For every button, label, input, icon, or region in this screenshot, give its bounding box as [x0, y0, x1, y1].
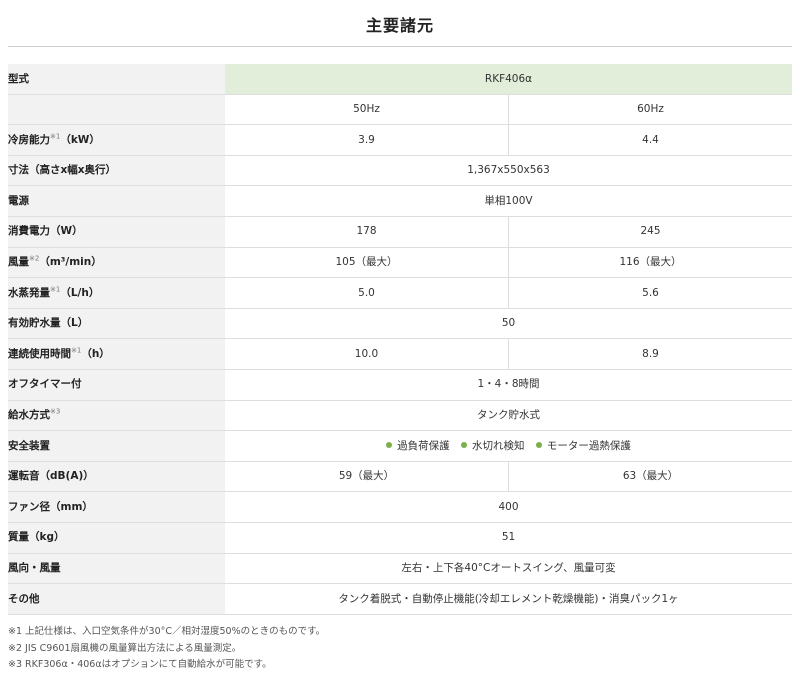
power-value: 単相100V — [225, 185, 792, 217]
footnote-3: ※3 RKF306α・406αはオプションにて自動給水が可能です。 — [8, 659, 272, 670]
label-unit: （kW） — [60, 133, 100, 146]
row-label-direction: 風向・風量 — [8, 553, 225, 585]
table-row: 寸法（高さx幅x奥行） 1,367x550x563 — [8, 155, 792, 187]
title-divider — [8, 46, 792, 47]
safety-item: モーター過熱保護 — [535, 439, 631, 453]
table-row: 水蒸発量※1（L/h） 5.0 5.6 — [8, 277, 792, 309]
row-label-blank — [8, 94, 225, 126]
bullet-dot-icon — [461, 441, 467, 448]
label-text: 水蒸発量 — [8, 286, 50, 299]
row-label-fan: ファン径（mm） — [8, 491, 225, 523]
airflow-60hz: 116（最大） — [508, 247, 792, 279]
label-text: 冷房能力 — [8, 133, 50, 146]
table-row: 消費電力（W） 178 245 — [8, 216, 792, 248]
safety-item-label: 過負荷保護 — [397, 439, 450, 452]
safety-item: 水切れ検知 — [461, 440, 525, 453]
row-label-timer: オフタイマー付 — [8, 369, 225, 401]
water-supply-value: タンク貯水式 — [225, 400, 792, 432]
cooling-60hz: 4.4 — [508, 124, 792, 156]
label-text: 給水方式 — [8, 409, 50, 422]
label-text: 風量 — [8, 256, 29, 269]
row-label-size: 寸法（高さx幅x奥行） — [8, 155, 225, 187]
table-row: 風量※2（m³/min） 105（最大） 116（最大） — [8, 247, 792, 279]
consumption-50hz: 178 — [225, 216, 509, 248]
model-value: RKF406α — [225, 64, 792, 95]
noise-50hz: 59（最大） — [225, 461, 509, 493]
footnotes: ※1 上記仕様は、入口空気条件が30°C／相対湿度50%のときのものです。 ※2… — [8, 624, 325, 674]
footnote-mark: ※1 — [71, 346, 82, 355]
footnote-mark: ※1 — [50, 132, 61, 141]
row-label-consumption: 消費電力（W） — [8, 216, 225, 248]
table-row: 50Hz 60Hz — [8, 94, 792, 126]
row-label-other: その他 — [8, 583, 225, 615]
row-label-model: 型式 — [8, 64, 225, 95]
evaporation-50hz: 5.0 — [225, 277, 509, 309]
table-row: その他 タンク着脱式・自動停止機能(冷却エレメント乾燥機能)・消臭パック1ヶ — [8, 583, 792, 615]
bullet-dot-icon — [386, 441, 393, 448]
page-title: 主要諸元 — [365, 16, 434, 35]
label-unit: （L/h） — [60, 286, 100, 299]
table-row: ファン径（mm） 400 — [8, 491, 792, 523]
row-label-noise: 運転音（dB(A)） — [8, 461, 225, 493]
table-row: オフタイマー付 1・4・8時間 — [8, 369, 792, 401]
row-label-evaporation: 水蒸発量※1（L/h） — [8, 277, 225, 309]
label-unit: （m³/min） — [39, 256, 102, 269]
other-value: タンク着脱式・自動停止機能(冷却エレメント乾燥機能)・消臭パック1ヶ — [225, 583, 792, 615]
size-value: 1,367x550x563 — [225, 155, 792, 187]
row-label-power: 電源 — [8, 185, 225, 217]
row-label-mass: 質量（kg） — [8, 522, 225, 554]
direction-value: 左右・上下各40°Cオートスイング、風量可変 — [225, 553, 792, 585]
spec-table: 型式 RKF406α 50Hz 60Hz 冷房能力※1（kW） 3.9 4.4 … — [8, 64, 792, 615]
table-row: 運転音（dB(A)） 59（最大） 63（最大） — [8, 461, 792, 493]
label-unit: （h） — [81, 347, 110, 360]
footnote-mark: ※3 — [50, 407, 61, 416]
footnote-2: ※2 JIS C9601扇風機の風量算出方法による風量測定。 — [8, 642, 242, 654]
bullet-dot-icon — [535, 441, 542, 448]
safety-values: 過負荷保護 水切れ検知 モーター過熱保護 — [225, 430, 792, 462]
freq-60hz: 60Hz — [508, 94, 792, 126]
table-row: 安全装置 過負荷保護 水切れ検知 モーター過熱保護 — [8, 430, 792, 462]
row-label-continuous: 連続使用時間※1（h） — [8, 338, 225, 370]
consumption-60hz: 245 — [508, 216, 792, 248]
table-row: 質量（kg） 51 — [8, 522, 792, 554]
continuous-50hz: 10.0 — [225, 338, 509, 370]
label-text: 連続使用時間 — [8, 347, 71, 360]
row-label-airflow: 風量※2（m³/min） — [8, 247, 225, 279]
noise-60hz: 63（最大） — [508, 461, 792, 493]
table-row: 有効貯水量（L） 50 — [8, 308, 792, 340]
fan-value: 400 — [225, 491, 792, 523]
footnote-1: ※1 上記仕様は、入口空気条件が30°C／相対湿度50%のときのものです。 — [8, 626, 326, 637]
footnote-mark: ※1 — [50, 285, 61, 294]
table-row: 型式 RKF406α — [8, 64, 792, 95]
row-label-water-supply: 給水方式※3 — [8, 400, 225, 432]
safety-item-label: 水切れ検知 — [472, 439, 525, 452]
table-row: 連続使用時間※1（h） 10.0 8.9 — [8, 338, 792, 370]
row-label-tank: 有効貯水量（L） — [8, 308, 225, 340]
airflow-50hz: 105（最大） — [225, 247, 509, 279]
safety-item: 過負荷保護 — [386, 440, 450, 453]
mass-value: 51 — [225, 522, 792, 554]
tank-value: 50 — [225, 308, 792, 340]
continuous-60hz: 8.9 — [508, 338, 792, 370]
table-row: 給水方式※3 タンク貯水式 — [8, 400, 792, 432]
freq-50hz: 50Hz — [225, 94, 509, 126]
cooling-50hz: 3.9 — [225, 124, 509, 156]
footnote-mark: ※2 — [29, 254, 40, 263]
row-label-safety: 安全装置 — [8, 430, 225, 462]
evaporation-60hz: 5.6 — [508, 277, 792, 309]
table-row: 風向・風量 左右・上下各40°Cオートスイング、風量可変 — [8, 553, 792, 585]
timer-value: 1・4・8時間 — [225, 369, 792, 401]
row-label-cooling: 冷房能力※1（kW） — [8, 124, 225, 156]
safety-item-label: モーター過熱保護 — [546, 439, 631, 452]
table-row: 冷房能力※1（kW） 3.9 4.4 — [8, 124, 792, 156]
table-row: 電源 単相100V — [8, 185, 792, 217]
